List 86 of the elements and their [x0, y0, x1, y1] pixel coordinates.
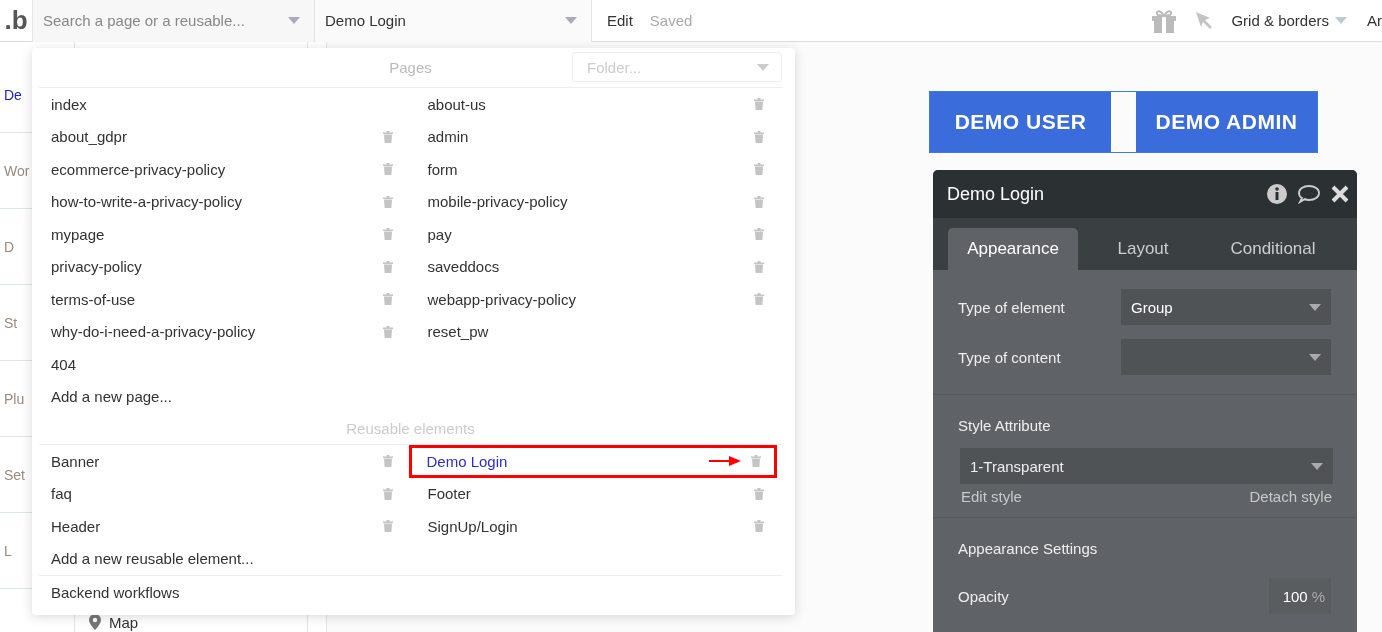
section-heading: Pages	[389, 59, 432, 76]
panel-tab[interactable]: Layout	[1078, 228, 1208, 270]
trash-icon[interactable]	[382, 228, 393, 241]
caret-icon	[1309, 303, 1321, 311]
detach-style-link[interactable]: Detach style	[1249, 488, 1332, 505]
trash-icon[interactable]	[754, 520, 764, 533]
panel-tab[interactable]: Appearance	[948, 228, 1078, 270]
page-select[interactable]: Demo Login	[315, 0, 592, 42]
demo-button[interactable]: DEMO USER	[930, 92, 1111, 152]
page-link[interactable]: pay	[427, 225, 452, 243]
caret-icon	[288, 17, 300, 24]
field-label: Type of element	[958, 298, 1065, 316]
page-link[interactable]: 404	[51, 355, 77, 373]
page-link[interactable]: about-us	[427, 95, 486, 113]
reusable-link[interactable]: Demo Login	[426, 452, 508, 470]
caret-icon	[1309, 353, 1321, 361]
panel-title: Demo Login	[947, 183, 1046, 205]
arrange-menu[interactable]: Ar	[1367, 12, 1382, 29]
page-link[interactable]: why-do-i-need-a-privacy-policy	[51, 323, 256, 341]
trash-icon[interactable]	[382, 163, 393, 176]
reusable-link[interactable]: Footer	[427, 485, 471, 503]
trash-icon[interactable]	[754, 228, 764, 241]
trash-icon[interactable]	[382, 487, 393, 500]
reusable-link[interactable]: SignUp/Login	[427, 517, 518, 535]
trash-icon[interactable]	[754, 195, 764, 208]
dropdown[interactable]	[1121, 339, 1331, 375]
trash-icon[interactable]	[754, 293, 764, 306]
search-field[interactable]: Search a page or a reusable...	[41, 11, 285, 30]
trash-icon[interactable]	[754, 487, 764, 500]
field-label: Opacity	[958, 587, 1009, 605]
page-link[interactable]: terms-of-use	[51, 290, 136, 308]
page-link[interactable]: admin	[427, 128, 469, 146]
page-link[interactable]: saveddocs	[427, 258, 500, 276]
caret-icon	[757, 63, 769, 71]
page-link[interactable]: reset_pw	[427, 323, 489, 341]
trash-icon[interactable]	[382, 293, 393, 306]
close-icon[interactable]	[1331, 185, 1349, 203]
edit-style-link[interactable]: Edit style	[961, 488, 1022, 505]
page-link[interactable]: ecommerce-privacy-policy	[51, 160, 226, 178]
style-dropdown[interactable]: 1-Transparent	[960, 448, 1333, 484]
trash-icon[interactable]	[382, 130, 393, 143]
search-box[interactable]: Search a page or a reusable...	[32, 0, 315, 42]
grid-borders-menu[interactable]: Grid & borders	[1231, 12, 1347, 29]
trash-icon[interactable]	[382, 195, 393, 208]
trash-icon[interactable]	[754, 163, 764, 176]
trash-icon[interactable]	[751, 455, 761, 468]
section-label: Style Attribute	[958, 417, 1052, 434]
comment-icon[interactable]	[1297, 184, 1321, 204]
reusable-link[interactable]: Banner	[51, 452, 100, 470]
trash-icon[interactable]	[382, 325, 393, 338]
save-status: Saved	[649, 12, 693, 29]
page-link[interactable]: index	[51, 95, 87, 113]
tree-item[interactable]: Map	[109, 613, 139, 631]
page-link[interactable]: webapp-privacy-policy	[427, 290, 576, 308]
backend-workflows-link[interactable]: Backend workflows	[51, 584, 180, 601]
info-icon[interactable]	[1267, 184, 1287, 204]
gift-icon[interactable]	[1151, 8, 1178, 33]
panel-tab[interactable]: Conditional	[1208, 228, 1338, 270]
dropdown[interactable]: Group	[1121, 289, 1331, 325]
page-link[interactable]: form	[427, 160, 458, 178]
trash-icon[interactable]	[382, 520, 393, 533]
logo[interactable]: .b	[0, 5, 32, 36]
reusable-link[interactable]: Header	[51, 517, 101, 535]
field-label: Type of content	[958, 348, 1061, 366]
page-link[interactable]: privacy-policy	[51, 258, 142, 276]
page-link[interactable]: how-to-write-a-privacy-policy	[51, 193, 242, 211]
trash-icon[interactable]	[754, 130, 764, 143]
arrow-icon	[709, 456, 741, 467]
trash-icon[interactable]	[754, 98, 764, 111]
caret-icon	[565, 17, 577, 24]
add-reusable-link[interactable]: Add a new reusable element...	[51, 550, 254, 568]
page-link[interactable]: about_gdpr	[51, 128, 127, 146]
button-group[interactable]: DEMO USER DEMO ADMIN	[929, 91, 1318, 153]
trash-icon[interactable]	[754, 260, 764, 273]
page-link[interactable]: mypage	[51, 225, 105, 243]
demo-button[interactable]: DEMO ADMIN	[1136, 92, 1317, 152]
page-link[interactable]: mobile-privacy-policy	[427, 193, 568, 211]
reusable-link[interactable]: faq	[51, 485, 72, 503]
trash-icon[interactable]	[382, 455, 393, 468]
trash-icon[interactable]	[382, 260, 393, 273]
opacity-field[interactable]: 100 %	[1269, 578, 1331, 614]
caret-icon	[1311, 462, 1323, 470]
add-page-link[interactable]: Add a new page...	[51, 388, 172, 406]
section-label: Appearance Settings	[958, 540, 1099, 557]
caret-icon	[1335, 17, 1347, 24]
edit-menu[interactable]: Edit	[607, 12, 633, 29]
